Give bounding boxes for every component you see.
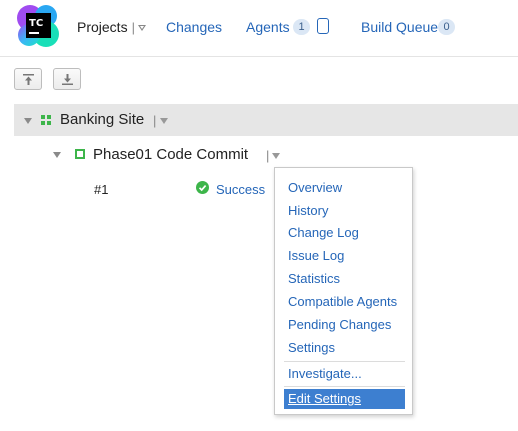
nav-build-queue[interactable]: Build Queue (361, 19, 438, 35)
collapse-all-button[interactable] (14, 68, 42, 90)
build-config-menu-chevron-icon[interactable] (272, 153, 280, 159)
menu-item-settings[interactable]: Settings (288, 340, 335, 355)
menu-item-investigate[interactable]: Investigate... (288, 366, 362, 381)
build-status[interactable]: Success (216, 182, 265, 197)
menu-item-compatible-agents[interactable]: Compatible Agents (288, 294, 397, 309)
menu-separator (284, 361, 405, 362)
logo-text: TC (29, 18, 43, 29)
nav-projects[interactable]: Projects | (77, 19, 146, 35)
menu-item-change-log[interactable]: Change Log (288, 225, 359, 240)
project-icon (41, 115, 51, 125)
collapse-project-icon[interactable] (24, 118, 32, 124)
agents-count-badge: 1 (293, 19, 310, 35)
divider: | (153, 113, 157, 128)
collapse-build-config-icon[interactable] (53, 152, 61, 158)
expand-all-button[interactable] (53, 68, 81, 90)
success-check-icon (196, 181, 209, 194)
menu-item-history[interactable]: History (288, 203, 328, 218)
teamcity-logo-icon[interactable]: TC (16, 4, 60, 48)
build-queue-count-badge: 0 (438, 19, 455, 35)
build-config-icon (75, 149, 85, 159)
menu-item-statistics[interactable]: Statistics (288, 271, 340, 286)
menu-item-overview[interactable]: Overview (288, 180, 342, 195)
nav-agents[interactable]: Agents (246, 19, 290, 35)
project-name[interactable]: Banking Site (60, 111, 144, 128)
nav-projects-label: Projects (77, 19, 128, 35)
build-config-dropdown-menu: Overview History Change Log Issue Log St… (274, 167, 413, 415)
project-menu-chevron-icon[interactable] (160, 118, 168, 124)
chevron-down-icon[interactable] (137, 24, 146, 31)
nav-changes[interactable]: Changes (166, 19, 222, 35)
divider: | (266, 148, 270, 163)
build-config-name[interactable]: Phase01 Code Commit (93, 146, 248, 163)
agent-icon[interactable] (317, 18, 329, 34)
menu-item-pending-changes[interactable]: Pending Changes (288, 317, 391, 332)
top-nav-bar: TC Projects | Changes Agents 1 Build Que… (0, 0, 518, 57)
divider: | (131, 19, 135, 35)
collapse-all-icon (23, 74, 34, 85)
menu-item-issue-log[interactable]: Issue Log (288, 248, 344, 263)
expand-all-icon (62, 74, 73, 85)
build-number[interactable]: #1 (94, 182, 108, 197)
menu-item-edit-settings[interactable]: Edit Settings (284, 389, 405, 409)
menu-separator (284, 386, 405, 387)
